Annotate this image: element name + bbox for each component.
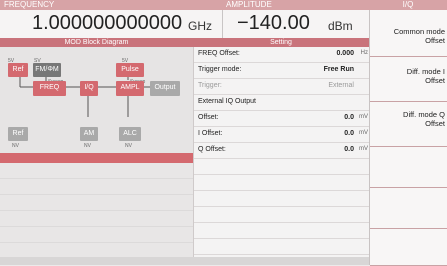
setting-row-i-offset[interactable]: I Offset: 0.0 mV: [194, 127, 370, 143]
menu-title: I/Q: [402, 0, 414, 9]
alc-nv-label: NV: [125, 143, 132, 149]
setting-label: Trigger mode:: [198, 66, 242, 73]
settings-title: Setting: [193, 38, 369, 47]
setting-row-trigger: Trigger: External: [194, 79, 370, 95]
ref-block[interactable]: Ref: [8, 63, 28, 77]
setting-row-q-offset[interactable]: Q Offset: 0.0 mV: [194, 143, 370, 159]
setting-label: I Offset:: [198, 130, 223, 137]
setting-row-empty: [194, 207, 370, 223]
setting-value: Free Run: [323, 66, 354, 73]
block-diagram-title: MOD Block Diagram: [0, 38, 193, 47]
setting-row-external-iq-output: External IQ Output: [194, 95, 370, 111]
softkey-menu: Common mode Offset Diff. mode I Offset D…: [369, 10, 447, 266]
setting-row-empty: [194, 223, 370, 239]
setting-label: External IQ Output: [198, 98, 256, 105]
ref-nv-label: NV: [12, 143, 19, 149]
amplitude-value: −140.00: [237, 12, 310, 34]
setting-value: 0.0: [344, 146, 354, 153]
am-nv-label: NV: [84, 143, 91, 149]
grid-line: [0, 194, 193, 195]
setting-unit: Hz: [360, 50, 368, 56]
setting-value: External: [328, 82, 354, 89]
setting-label: Trigger:: [198, 82, 222, 89]
amplitude-readout[interactable]: −140.00 dBm: [222, 10, 370, 39]
softkey-diff-mode-q-offset[interactable]: Diff. mode Q Offset: [370, 102, 447, 147]
setting-unit: mV: [359, 146, 368, 152]
frequency-label: FREQUENCY: [4, 0, 55, 9]
setting-label: Q Offset:: [198, 146, 226, 153]
grid-line: [0, 242, 193, 243]
softkey-label-line2: Offset: [425, 36, 445, 45]
iq-block[interactable]: I/Q: [80, 81, 98, 96]
softkey-label-line1: Common mode: [393, 27, 445, 36]
softkey-empty[interactable]: [370, 229, 447, 266]
setting-unit: mV: [359, 114, 368, 120]
frequency-value: 1.000000000000: [32, 12, 183, 34]
softkey-label-line1: Diff. mode Q: [403, 110, 445, 119]
setting-label: Offset:: [198, 114, 219, 121]
grid-line: [0, 226, 193, 227]
grid-line: [0, 178, 193, 179]
setting-value: 0.0: [344, 114, 354, 121]
freq-block[interactable]: FREQ: [33, 81, 66, 96]
output-block[interactable]: Output: [150, 81, 180, 96]
setting-row-empty: [194, 175, 370, 191]
ampl-block[interactable]: AMPL: [116, 81, 144, 96]
grid-line: [0, 210, 193, 211]
setting-row-freq-offset[interactable]: FREQ Offset: 0.000 Hz: [194, 47, 370, 63]
setting-value: 0.000: [336, 50, 354, 57]
amplitude-label: AMPLITUDE: [226, 0, 272, 9]
setting-value: 0.0: [344, 130, 354, 137]
pulse-block[interactable]: Pulse: [116, 63, 144, 77]
setting-row-offset[interactable]: Offset: 0.0 mV: [194, 111, 370, 127]
amplitude-unit: dBm: [328, 19, 353, 33]
softkey-diff-mode-i-offset[interactable]: Diff. mode I Offset: [370, 57, 447, 102]
softkey-label-line1: Diff. mode I: [406, 67, 445, 76]
frequency-unit: GHz: [188, 19, 212, 33]
lower-left-panel: [0, 163, 193, 265]
setting-row-empty: [194, 159, 370, 175]
softkey-label-line2: Offset: [425, 76, 445, 85]
softkey-common-mode-offset[interactable]: Common mode Offset: [370, 10, 447, 57]
frequency-readout[interactable]: 1.000000000000 GHz: [0, 10, 222, 39]
am-block[interactable]: AM: [80, 127, 98, 141]
top-status-bar: FREQUENCY AMPLITUDE I/Q: [0, 0, 447, 10]
setting-row-trigger-mode[interactable]: Trigger mode: Free Run: [194, 63, 370, 79]
softkey-label-line2: Offset: [425, 119, 445, 128]
ref-grey-block[interactable]: Ref: [8, 127, 28, 141]
alc-block[interactable]: ALC: [119, 127, 141, 141]
setting-row-empty: [194, 239, 370, 255]
bottom-status-bar: [0, 257, 369, 265]
fm-pm-block[interactable]: FM/ΦM: [33, 63, 61, 77]
setting-row-empty: [194, 191, 370, 207]
settings-panel: FREQ Offset: 0.000 Hz Trigger mode: Free…: [193, 47, 370, 265]
softkey-empty[interactable]: [370, 188, 447, 229]
softkey-empty[interactable]: [370, 147, 447, 188]
diagram-divider-strip: [0, 153, 193, 163]
setting-unit: mV: [359, 130, 368, 136]
setting-label: FREQ Offset:: [198, 50, 240, 57]
